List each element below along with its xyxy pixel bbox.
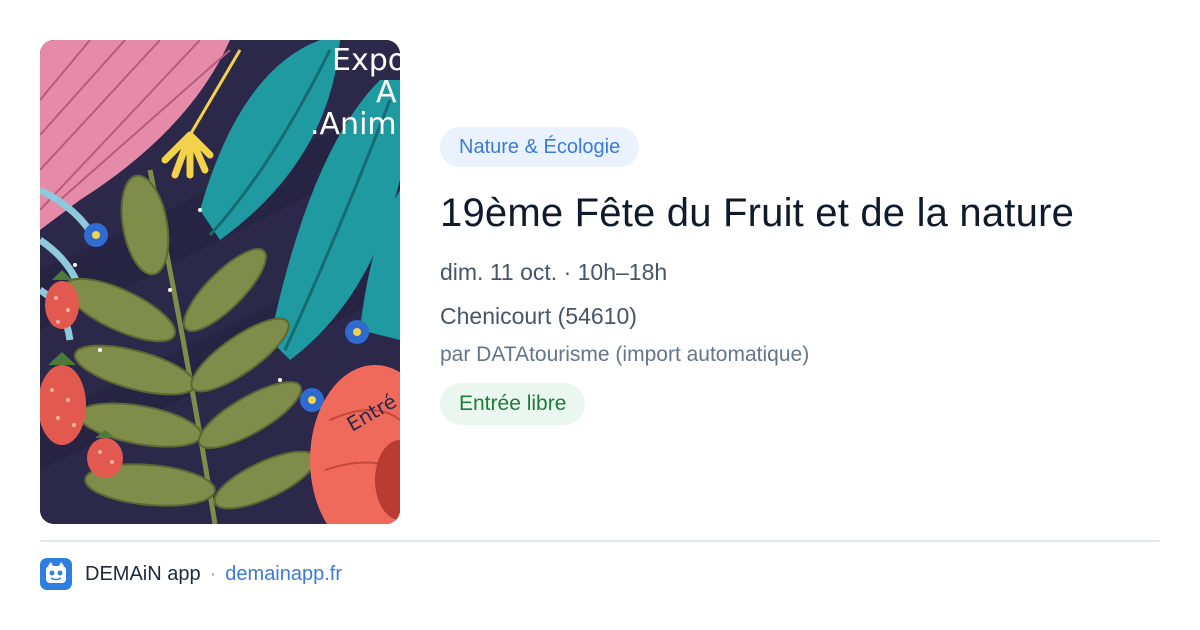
event-source: par DATAtourisme (import automatique) xyxy=(440,343,810,366)
footer-separator: · xyxy=(209,562,217,585)
event-poster-image[interactable]: Expo A .Anim Entré xyxy=(40,40,400,524)
poster-text-line-3: .Anim xyxy=(310,107,397,142)
app-name: DEMAiN app xyxy=(85,562,201,585)
event-location: Chenicourt (54610) xyxy=(440,303,637,329)
demain-logo-icon[interactable] xyxy=(40,558,72,590)
event-date: dim. 11 oct. · 10h–18h xyxy=(440,259,668,285)
app-domain-link[interactable]: demainapp.fr xyxy=(225,563,342,586)
footer-divider xyxy=(40,540,1160,542)
poster-text-line-1: Expo xyxy=(332,43,400,78)
event-info: Nature & Écologie 19ème Fête du Fruit et… xyxy=(440,127,1160,425)
price-badge: Entrée libre xyxy=(440,383,586,425)
footer: DEMAiN app · demainapp.fr xyxy=(40,558,342,590)
poster-text-line-2: A xyxy=(376,75,397,110)
category-tag[interactable]: Nature & Écologie xyxy=(440,127,640,167)
event-title[interactable]: 19ème Fête du Fruit et de la nature xyxy=(440,189,1160,237)
